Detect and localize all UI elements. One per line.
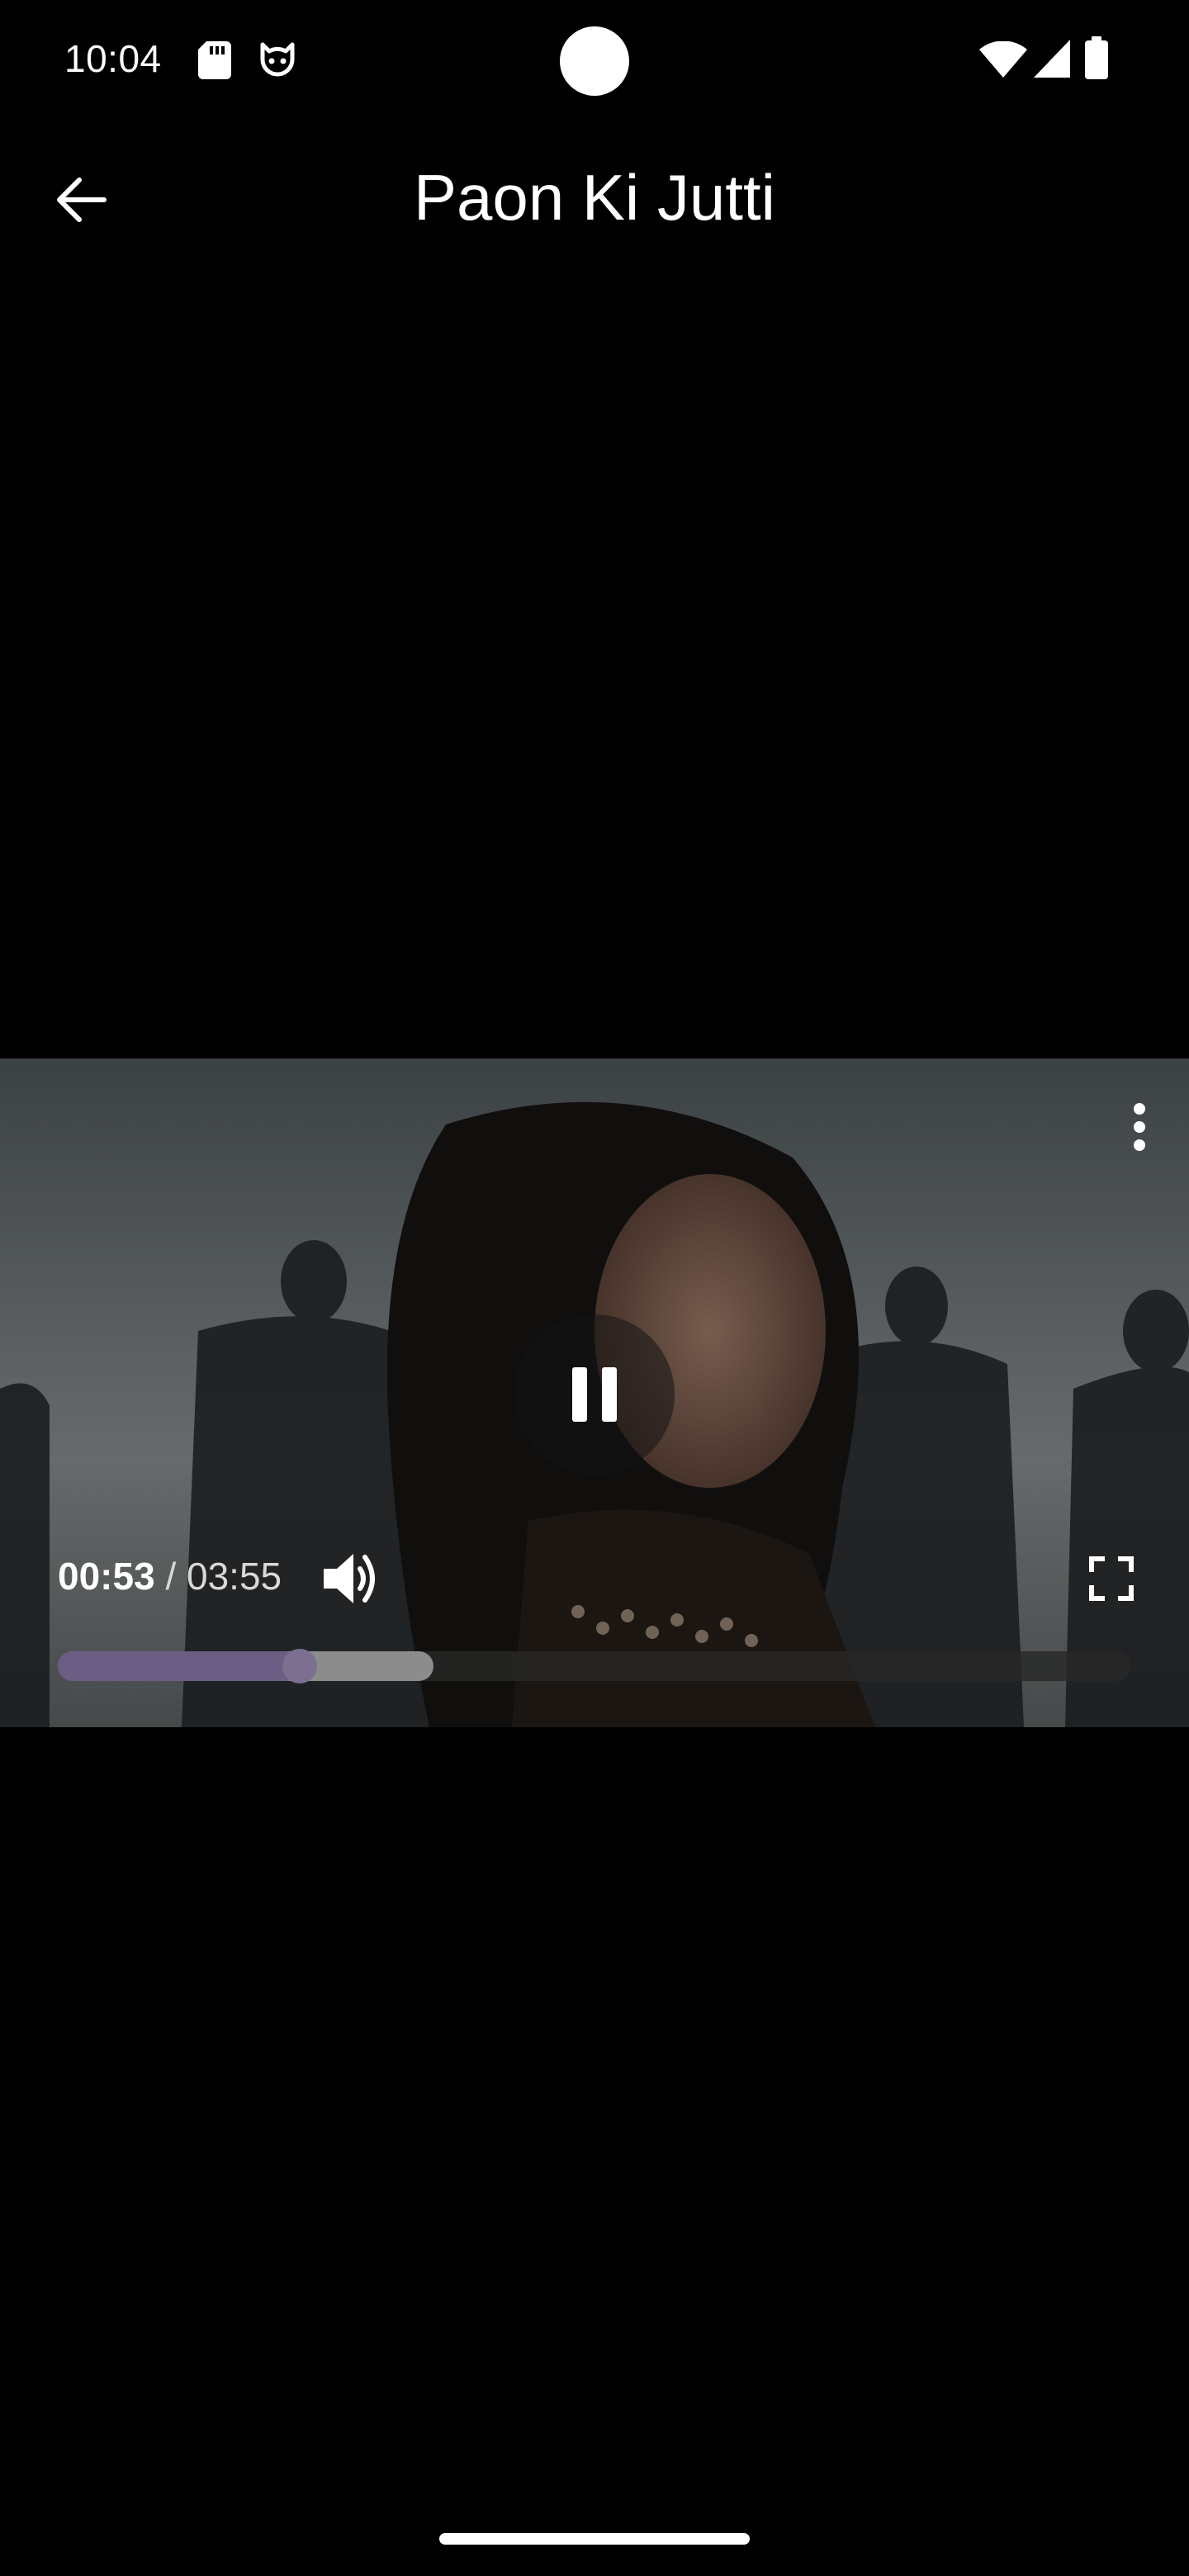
time-separator: /	[165, 1555, 177, 1598]
status-bar: 10:04	[0, 0, 1189, 116]
more-options-button[interactable]	[1115, 1082, 1164, 1172]
current-time: 00:53	[58, 1555, 155, 1598]
pause-icon	[572, 1367, 617, 1422]
video-player[interactable]: 00:53 / 03:55	[0, 1058, 1189, 1727]
seek-thumb[interactable]	[282, 1649, 317, 1683]
page-title: Paon Ki Jutti	[414, 161, 775, 234]
cat-face-icon	[260, 42, 295, 77]
back-button[interactable]	[41, 165, 121, 234]
volume-button[interactable]	[319, 1546, 385, 1612]
sd-card-icon	[198, 41, 231, 79]
arrow-left-icon	[57, 178, 107, 222]
total-time: 03:55	[187, 1555, 282, 1598]
wifi-icon	[979, 41, 1027, 78]
status-time: 10:04	[64, 37, 162, 80]
volume-up-icon	[324, 1554, 375, 1603]
app-bar: Paon Ki Jutti	[0, 132, 1189, 264]
fullscreen-button[interactable]	[1080, 1547, 1143, 1610]
seek-bar[interactable]	[58, 1649, 1131, 1683]
more-vert-icon	[1134, 1103, 1145, 1151]
seek-played	[58, 1651, 300, 1681]
battery-icon	[1085, 36, 1108, 79]
time-display: 00:53 / 03:55	[58, 1554, 282, 1598]
pause-button[interactable]	[514, 1314, 675, 1475]
fullscreen-icon	[1089, 1556, 1134, 1601]
cell-signal-icon	[1034, 40, 1070, 78]
home-indicator[interactable]	[439, 2533, 750, 2545]
camera-cutout	[560, 26, 629, 96]
